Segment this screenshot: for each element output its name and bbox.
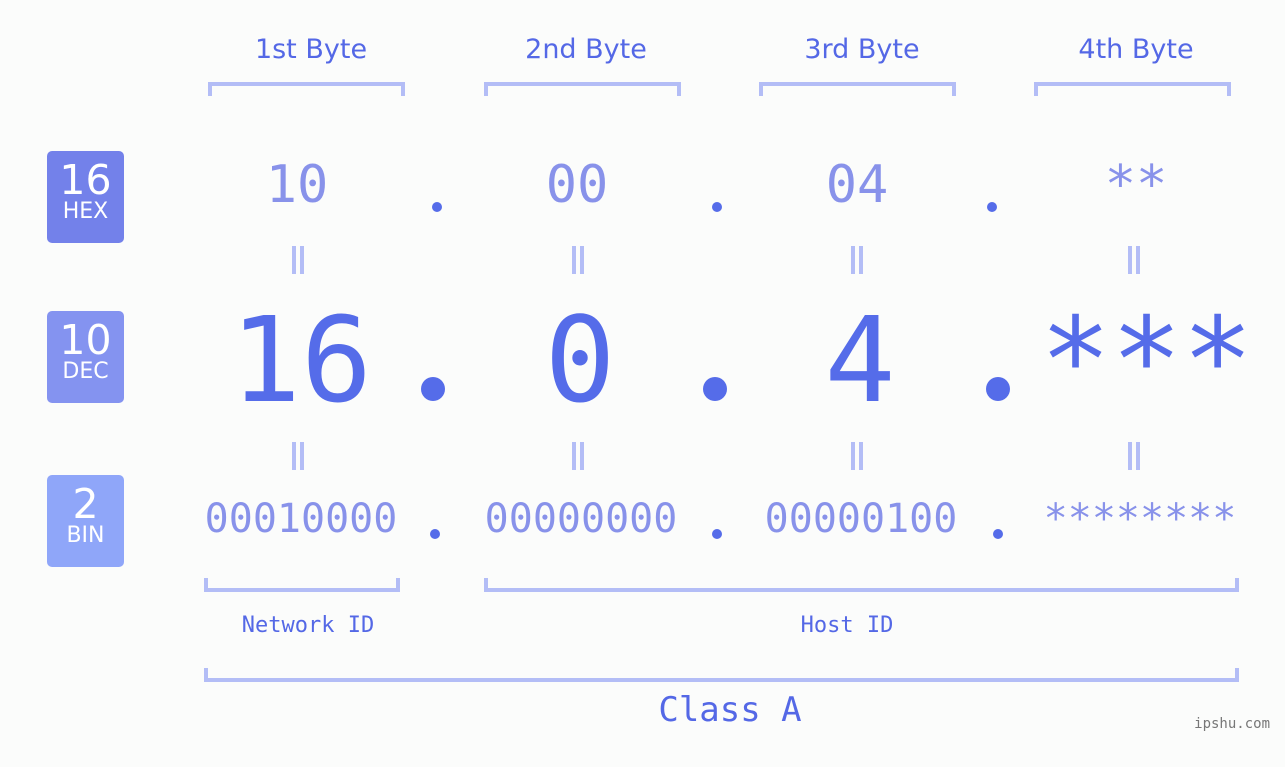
hex-badge: 16 HEX xyxy=(47,151,124,243)
network-id-bracket xyxy=(204,578,400,592)
byte-header-2: 2nd Byte xyxy=(525,34,647,65)
bin-octet-1: 00010000 xyxy=(204,496,398,542)
equals-icon xyxy=(1128,246,1140,274)
bin-octet-2: 00000000 xyxy=(484,496,678,542)
hex-octet-1: 10 xyxy=(265,155,329,215)
equals-icon xyxy=(851,246,863,274)
equals-icon xyxy=(292,246,304,274)
dec-separator-dot xyxy=(986,377,1010,401)
watermark: ipshu.com xyxy=(1194,716,1270,732)
equals-icon xyxy=(851,442,863,470)
byte-header-1: 1st Byte xyxy=(254,34,368,65)
dec-label: DEC xyxy=(62,359,109,384)
dec-octet-4: *** xyxy=(1040,291,1254,429)
bin-label: BIN xyxy=(66,523,105,548)
byte-header-3: 3rd Byte xyxy=(804,34,920,65)
dec-base: 10 xyxy=(59,316,112,364)
bin-octet-4: ******** xyxy=(1043,496,1237,542)
hex-base: 16 xyxy=(59,156,112,204)
byte-bracket-3 xyxy=(759,82,956,96)
dec-octet-2: 0 xyxy=(544,291,616,429)
host-id-label: Host ID xyxy=(800,613,894,638)
equals-icon xyxy=(292,442,304,470)
hex-octet-4: ** xyxy=(1104,155,1168,215)
dec-octet-3: 4 xyxy=(824,291,896,429)
bin-separator-dot xyxy=(993,529,1003,539)
hex-separator-dot xyxy=(987,202,997,212)
equals-icon xyxy=(1128,442,1140,470)
equals-icon xyxy=(572,442,584,470)
byte-bracket-4 xyxy=(1034,82,1231,96)
hex-separator-dot xyxy=(712,202,722,212)
network-id-label: Network ID xyxy=(241,613,375,638)
class-label: Class A xyxy=(658,690,802,730)
byte-bracket-1 xyxy=(208,82,405,96)
dec-badge: 10 DEC xyxy=(47,311,124,403)
dec-octet-1: 16 xyxy=(229,291,373,429)
bin-base: 2 xyxy=(72,480,99,528)
bin-octet-3: 00000100 xyxy=(764,496,958,542)
equals-icon xyxy=(572,246,584,274)
hex-label: HEX xyxy=(62,199,109,224)
hex-separator-dot xyxy=(432,202,442,212)
byte-bracket-2 xyxy=(484,82,681,96)
hex-octet-3: 04 xyxy=(825,155,889,215)
host-id-bracket xyxy=(484,578,1239,592)
bin-separator-dot xyxy=(712,529,722,539)
class-bracket xyxy=(204,668,1239,682)
hex-octet-2: 00 xyxy=(545,155,609,215)
dec-separator-dot xyxy=(703,377,727,401)
byte-header-4: 4th Byte xyxy=(1078,34,1194,65)
bin-badge: 2 BIN xyxy=(47,475,124,567)
bin-separator-dot xyxy=(430,529,440,539)
dec-separator-dot xyxy=(421,377,445,401)
